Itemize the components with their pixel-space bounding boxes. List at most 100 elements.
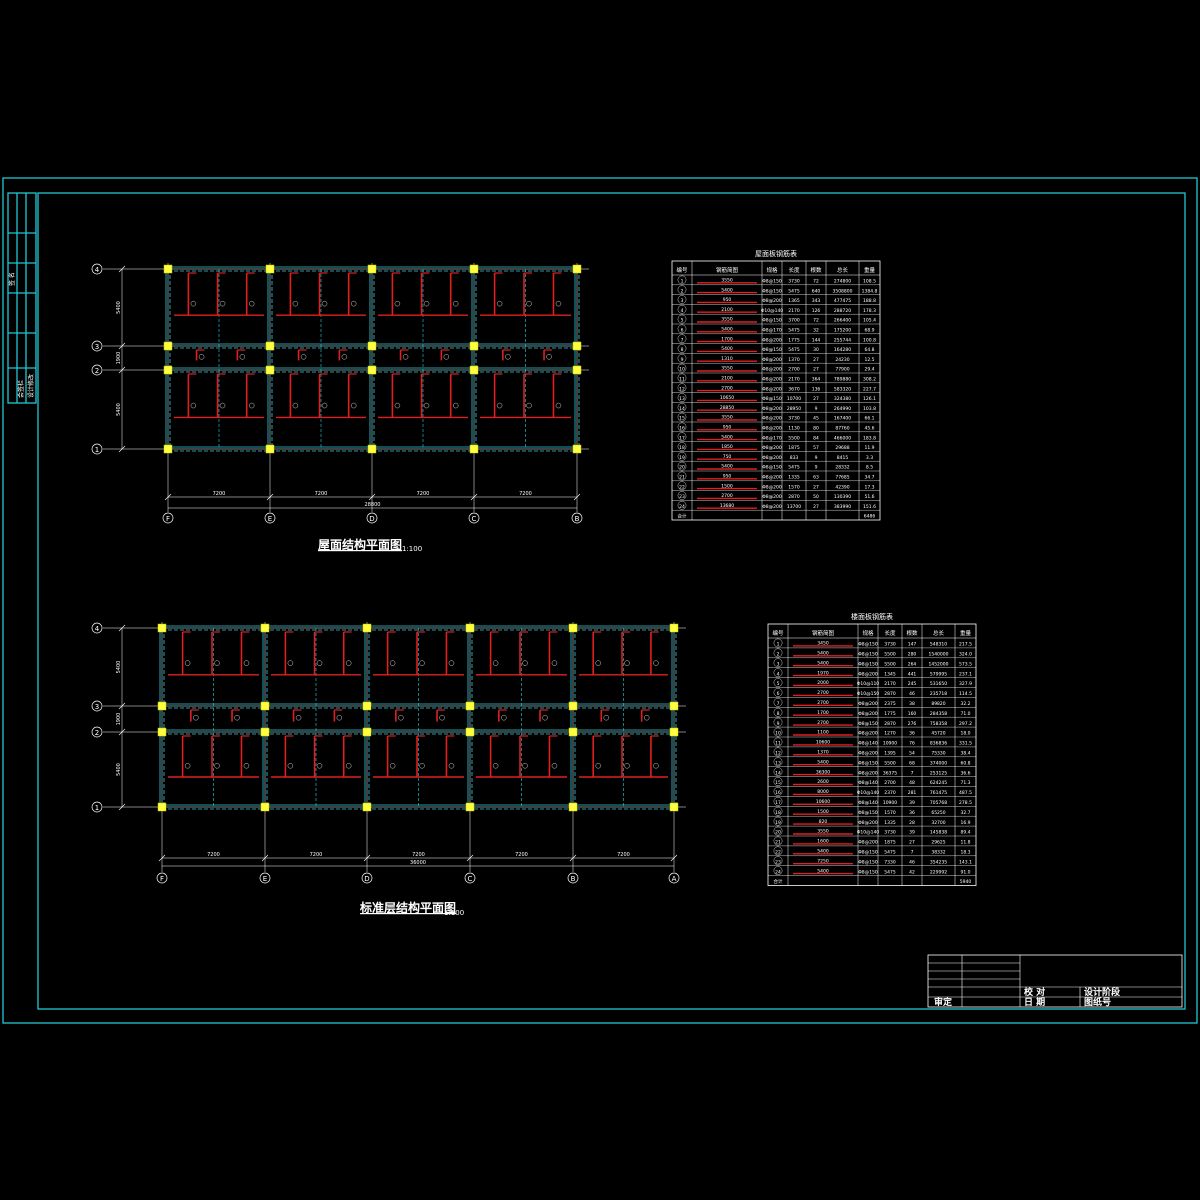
bottom-dim-text: 7200 [519, 491, 532, 497]
rebar-mark [295, 715, 302, 721]
table-cell: 39 [909, 800, 915, 806]
rebar-sketch-length: 750 [723, 454, 732, 460]
column [669, 727, 679, 737]
row-number: 22 [679, 484, 685, 490]
column [260, 727, 270, 737]
floor-rebar-table: 楼面板钢筋表编号 钢筋简图 规格 长度 根数 总长 重量1 3450 Φ8@150 3730 147… [767, 612, 977, 886]
row-number: 23 [679, 494, 685, 500]
table-cell: 178.3 [863, 308, 876, 314]
col-axis-label: F [166, 515, 170, 523]
column [367, 365, 377, 375]
column [265, 341, 275, 351]
table-cell: 9 [815, 406, 818, 412]
table-cell: 17.3 [864, 484, 874, 490]
table-cell: 1335 [884, 820, 896, 826]
rebar-sketch-length: 5400 [721, 346, 733, 352]
table-cell: Φ8@150 [858, 850, 878, 856]
table-cell: 573.5 [959, 661, 972, 667]
table-cell: Φ8@200 [858, 820, 878, 826]
table-cell: 66.1 [864, 416, 874, 422]
rebar-mark [389, 660, 396, 666]
table-cell: 27 [813, 396, 819, 402]
table-header-cell: 编号 [772, 629, 784, 637]
table-cell: Φ10@140 [761, 308, 783, 314]
left-stamp-strip: 签 名 会签栏 设计修改 [7, 192, 37, 404]
row-axis-label: 1 [95, 804, 99, 812]
table-total-label: 合计 [774, 878, 783, 885]
rebar-mark [448, 660, 455, 666]
row-number: 23 [775, 859, 781, 865]
rebar-mark [419, 660, 425, 666]
column [669, 701, 679, 711]
table-cell: 1130 [788, 426, 800, 432]
table-cell: 11.9 [864, 445, 874, 451]
table-cell: 29688 [835, 445, 849, 451]
table-cell: 278.5 [959, 800, 972, 806]
table-cell: 27 [813, 504, 819, 510]
table-cell: 42390 [835, 484, 849, 490]
table-header-cell: 根数 [810, 266, 822, 274]
table-cell: 5500 [788, 435, 800, 441]
table-cell: Φ8@150 [762, 318, 782, 324]
col-axis-label: B [571, 875, 576, 883]
bottom-dim-text: 7200 [213, 491, 226, 497]
rebar-mark [394, 402, 401, 409]
row-number: 21 [775, 840, 781, 846]
table-cell: Φ8@140 [858, 741, 878, 747]
col-axis-label: C [468, 875, 473, 883]
column [157, 623, 167, 633]
table-cell: 227.7 [863, 386, 876, 392]
table-cell: 42 [909, 869, 915, 875]
bottom-dim-text: 7200 [412, 852, 425, 858]
table-cell: 105.4 [863, 318, 876, 324]
table-cell: 1384.8 [862, 288, 878, 294]
row-number: 17 [775, 800, 781, 806]
row-number: 3 [777, 661, 780, 667]
table-cell: 30 [813, 347, 819, 353]
table-cell: Φ8@200 [762, 426, 782, 432]
column [367, 341, 377, 351]
table-cell: 217.5 [959, 642, 972, 648]
table-cell: 531650 [930, 681, 947, 687]
rebar-mark [452, 300, 459, 307]
table-cell: 48 [909, 780, 915, 786]
row-number: 8 [777, 711, 780, 717]
table-cell: Φ8@200 [762, 455, 782, 461]
table-cell: 640 [812, 288, 821, 294]
table-cell: Φ8@150 [858, 859, 878, 865]
rebar-mark [239, 354, 246, 360]
standard-floor-structure-plan: 4 3 2 1 F E D C B A 5400 1900 5400 7200 7200 7200 7200 72… [91, 622, 686, 884]
row-axis-label: 1 [95, 446, 99, 454]
table-cell: Φ10@110 [857, 681, 879, 687]
table-cell: 54 [909, 751, 915, 757]
column [465, 623, 475, 633]
tb-drawing-no: 图纸号 [1084, 996, 1111, 1008]
table-cell: Φ8@200 [858, 711, 878, 717]
rebar-sketch-length: 2100 [721, 307, 733, 313]
rebar-mark [292, 300, 299, 307]
rebar-mark [219, 300, 226, 307]
row-number: 9 [681, 357, 684, 363]
row-number: 2 [777, 652, 780, 658]
rebar-mark [184, 660, 191, 666]
rebar-mark [321, 402, 328, 409]
table-cell: 114.5 [959, 691, 972, 697]
row-number: 20 [679, 465, 685, 471]
row-number: 18 [679, 445, 685, 451]
rebar-sketch-length: 10600 [816, 799, 830, 805]
bottom-dim-text: 7200 [617, 852, 630, 858]
column [265, 444, 275, 454]
column [260, 802, 270, 812]
table-cell: 1875 [884, 840, 896, 846]
row-axis-label: 4 [95, 625, 100, 633]
table-cell: Φ8@200 [762, 377, 782, 383]
table-cell: 29.4 [864, 367, 874, 373]
rebar-mark [526, 402, 532, 409]
rebar-mark [214, 763, 220, 769]
table-cell: 36.6 [960, 770, 970, 776]
column [362, 623, 372, 633]
rebar-mark [190, 402, 197, 409]
rebar-sketch-length: 10650 [720, 395, 734, 401]
table-header-cell: 重量 [864, 266, 876, 274]
row-number: 4 [777, 671, 780, 677]
